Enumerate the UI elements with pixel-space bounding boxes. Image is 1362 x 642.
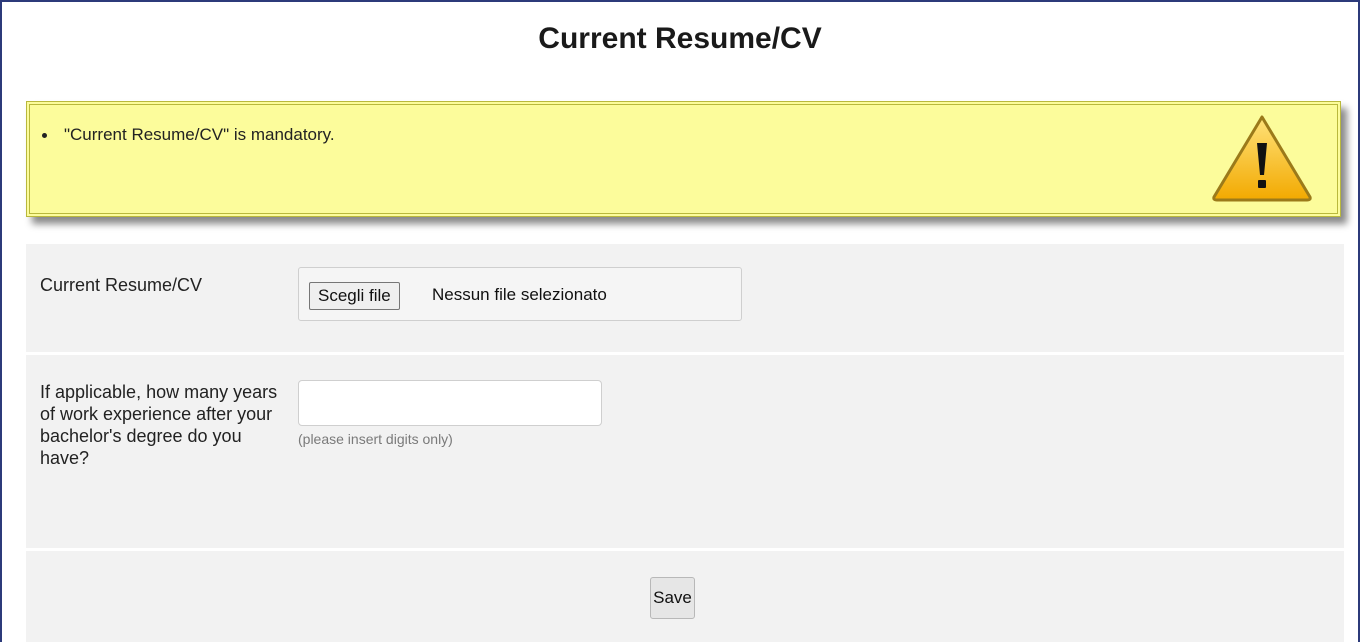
years-experience-input[interactable] bbox=[298, 380, 602, 426]
alert-message: "Current Resume/CV" is mandatory. bbox=[42, 125, 335, 144]
file-status-text: Nessun file selezionato bbox=[432, 285, 607, 304]
digits-only-hint: (please insert digits only) bbox=[298, 431, 453, 447]
validation-alert: "Current Resume/CV" is mandatory. bbox=[26, 101, 1341, 217]
warning-triangle-icon bbox=[1212, 115, 1312, 202]
save-button[interactable]: Save bbox=[650, 577, 695, 619]
choose-file-button[interactable]: Scegli file bbox=[309, 282, 400, 310]
resume-file-input[interactable]: Scegli file Nessun file selezionato bbox=[298, 267, 742, 321]
page-title: Current Resume/CV bbox=[538, 22, 822, 55]
resume-row: Current Resume/CV Scegli file Nessun fil… bbox=[26, 244, 1344, 352]
experience-label: If applicable, how many years of work ex… bbox=[40, 382, 278, 468]
experience-row: If applicable, how many years of work ex… bbox=[26, 355, 1344, 548]
actions-row: Save bbox=[26, 551, 1344, 642]
resume-label: Current Resume/CV bbox=[40, 275, 203, 295]
